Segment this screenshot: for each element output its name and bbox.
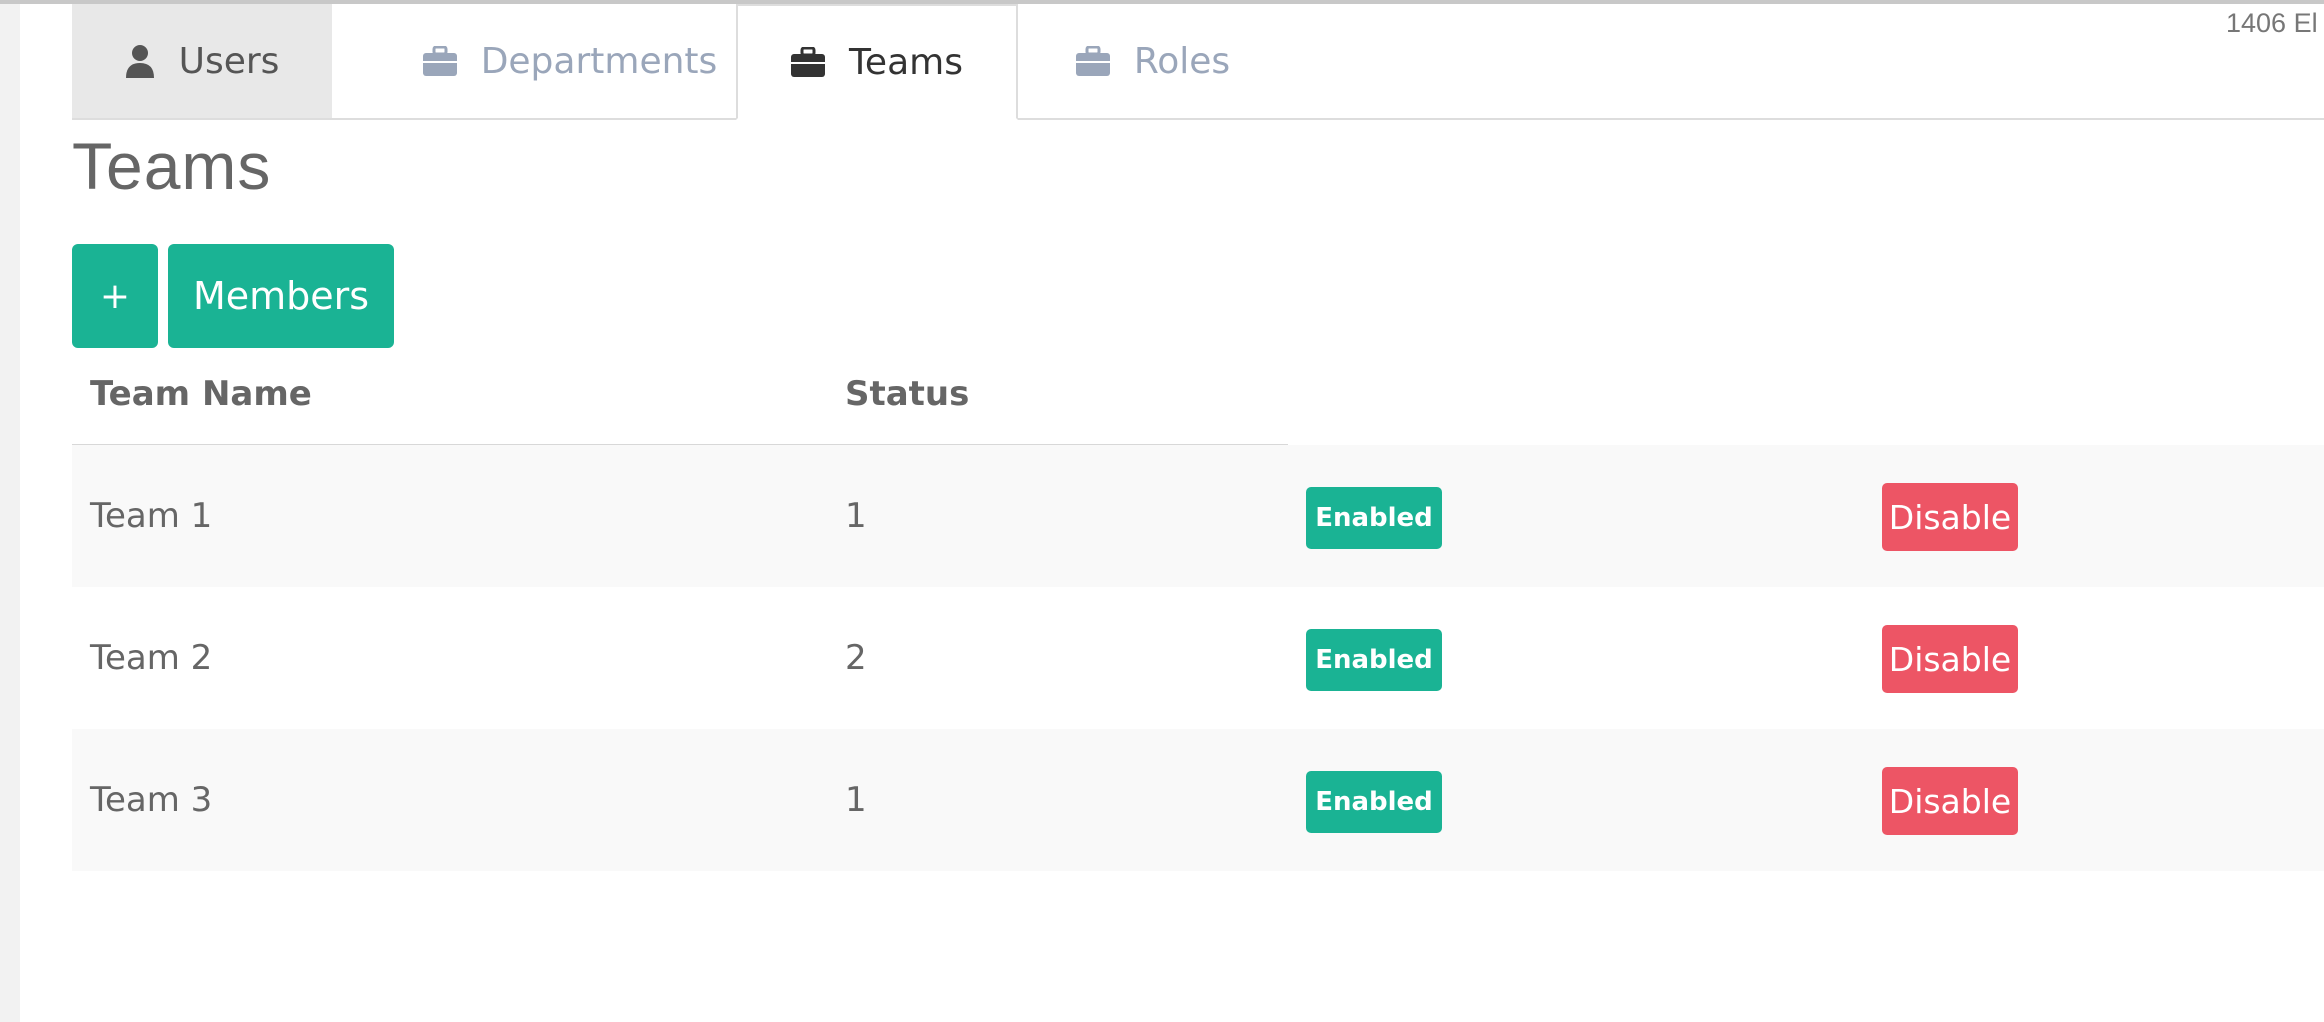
status-cell: 2 [845, 638, 867, 678]
members-button[interactable]: Members [168, 244, 394, 348]
status-cell: 1 [845, 496, 867, 536]
tab-teams[interactable]: Teams [736, 4, 1018, 120]
disable-button[interactable]: Disable [1882, 625, 2018, 693]
column-header-team-name: Team Name [90, 374, 312, 414]
left-gutter [0, 0, 20, 1022]
team-name-cell: Team 2 [90, 638, 213, 678]
tab-label: Teams [849, 41, 963, 83]
briefcase-icon [791, 47, 826, 77]
briefcase-icon [422, 46, 457, 76]
tab-label: Users [178, 40, 280, 82]
team-name-cell: Team 3 [90, 780, 213, 820]
status-cell: 1 [845, 780, 867, 820]
disable-button[interactable]: Disable [1882, 483, 2018, 551]
status-badge: Enabled [1306, 771, 1442, 833]
tab-users[interactable]: Users [72, 4, 332, 118]
tab-roles[interactable]: Roles [1018, 4, 1288, 118]
column-header-status: Status [845, 374, 970, 414]
table-row: Team 3 1 Enabled Disable [72, 729, 2324, 871]
tab-label: Departments [480, 40, 718, 82]
user-icon [125, 44, 155, 78]
page-title: Teams [72, 129, 272, 203]
tab-bar: Users Departments Teams Roles [72, 4, 2324, 120]
table-row: Team 1 1 Enabled Disable [72, 445, 2324, 587]
status-badge: Enabled [1306, 487, 1442, 549]
team-name-cell: Team 1 [90, 496, 213, 536]
add-team-button[interactable]: + [72, 244, 158, 348]
disable-button[interactable]: Disable [1882, 767, 2018, 835]
briefcase-icon [1075, 46, 1110, 76]
tab-label: Roles [1133, 40, 1231, 82]
table-row: Team 2 2 Enabled Disable [72, 587, 2324, 729]
status-badge: Enabled [1306, 629, 1442, 691]
